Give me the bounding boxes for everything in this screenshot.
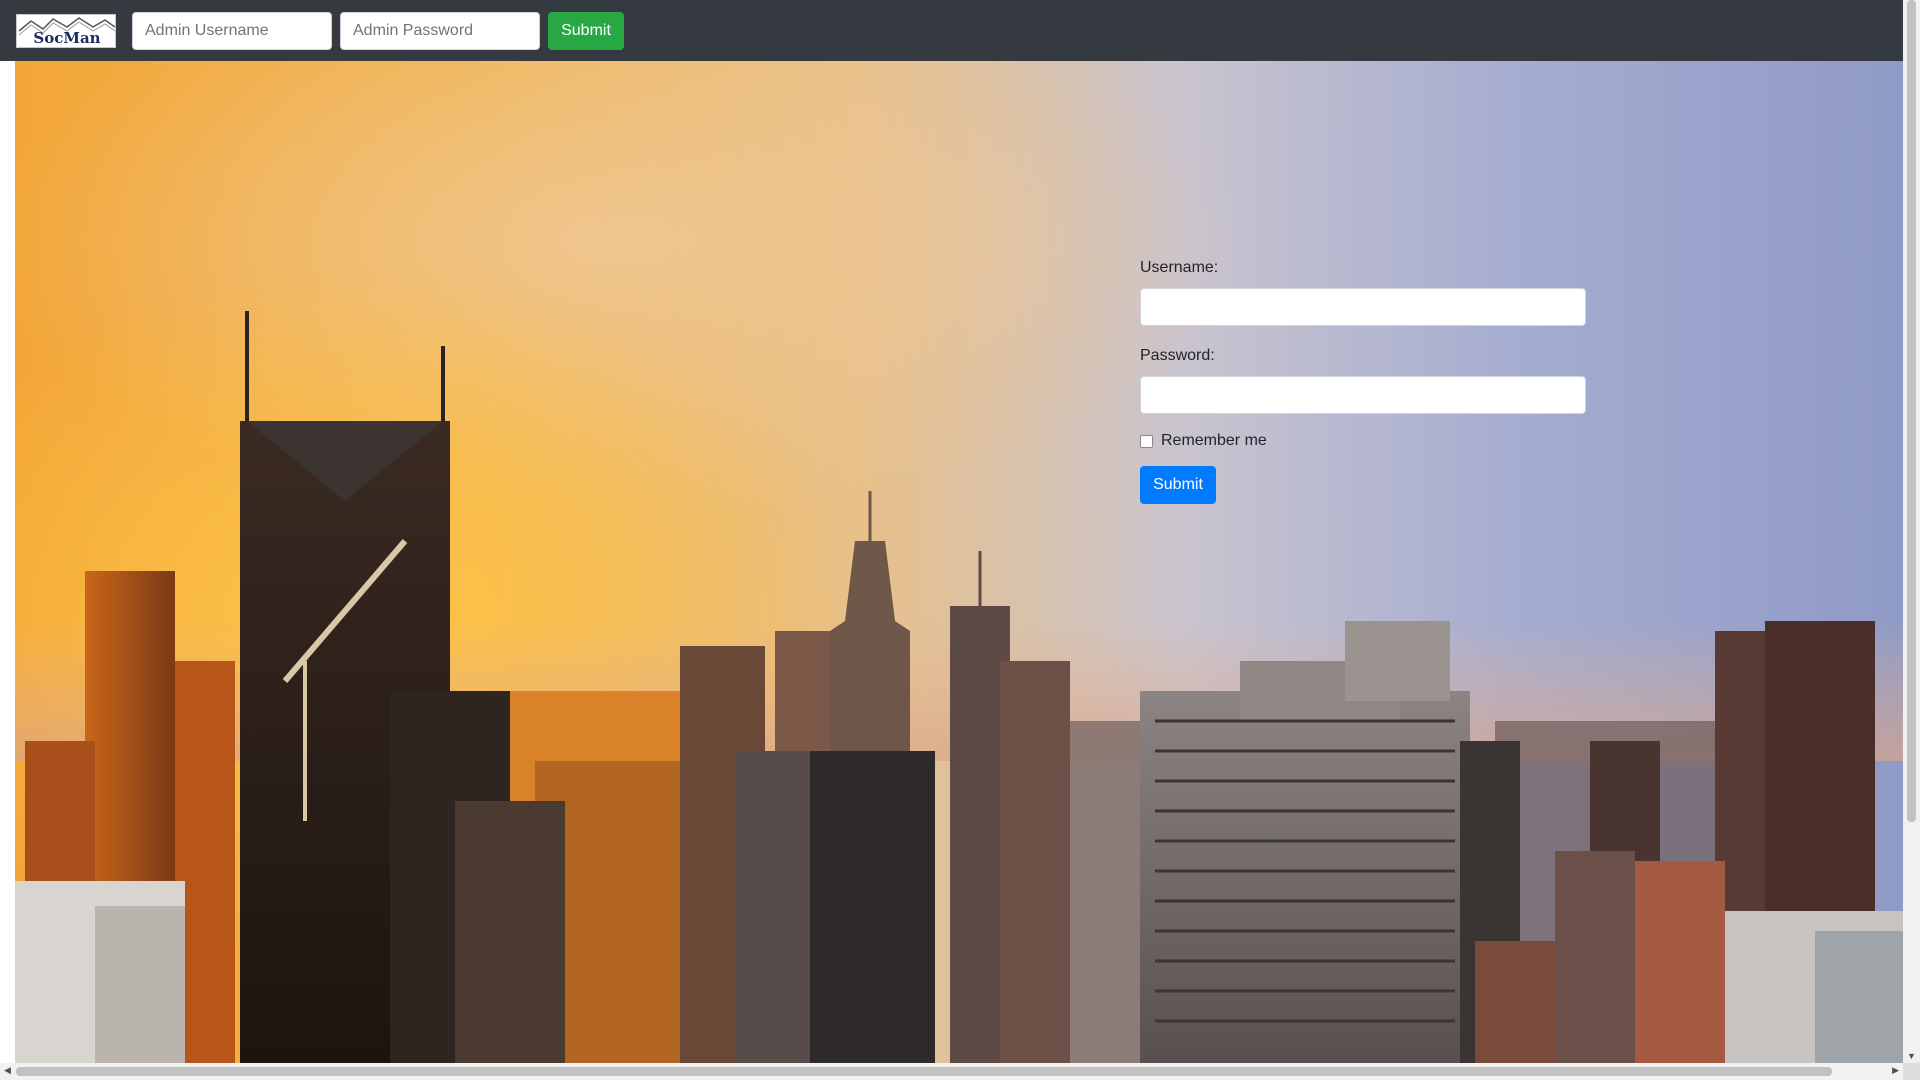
scroll-down-arrow-icon[interactable]: ▼ xyxy=(1907,1051,1916,1061)
remember-me-row: Remember me xyxy=(1140,432,1586,450)
scroll-left-arrow-icon[interactable]: ◀ xyxy=(4,1065,11,1076)
horizontal-scrollbar[interactable]: ◀ ▶ xyxy=(0,1063,1903,1080)
admin-username-input[interactable] xyxy=(132,12,332,50)
admin-submit-button[interactable]: Submit xyxy=(548,12,624,50)
skyline-illustration xyxy=(15,311,1903,1063)
login-submit-button[interactable]: Submit xyxy=(1140,466,1216,504)
admin-password-input[interactable] xyxy=(340,12,540,50)
socman-logo[interactable]: SocMan xyxy=(16,14,116,48)
scroll-right-arrow-icon[interactable]: ▶ xyxy=(1892,1065,1899,1076)
username-input[interactable] xyxy=(1140,288,1586,326)
vertical-scrollbar-thumb[interactable] xyxy=(1907,0,1916,822)
username-label: Username: xyxy=(1140,259,1219,276)
logo-text: SocMan xyxy=(33,29,101,47)
city-skyline-background: Username: Password: Remember me Submit xyxy=(15,61,1903,1063)
remember-me-checkbox[interactable] xyxy=(1140,434,1153,448)
password-label: Password: xyxy=(1140,347,1215,364)
scrollbar-corner xyxy=(1903,1063,1920,1080)
login-form: Username: Password: Remember me Submit xyxy=(1140,256,1586,504)
password-input[interactable] xyxy=(1140,376,1586,414)
top-navbar: SocMan Submit xyxy=(0,0,1903,61)
horizontal-scrollbar-thumb[interactable] xyxy=(16,1067,1832,1076)
remember-me-label[interactable]: Remember me xyxy=(1161,432,1267,450)
vertical-scrollbar[interactable]: ▼ xyxy=(1903,0,1920,1063)
